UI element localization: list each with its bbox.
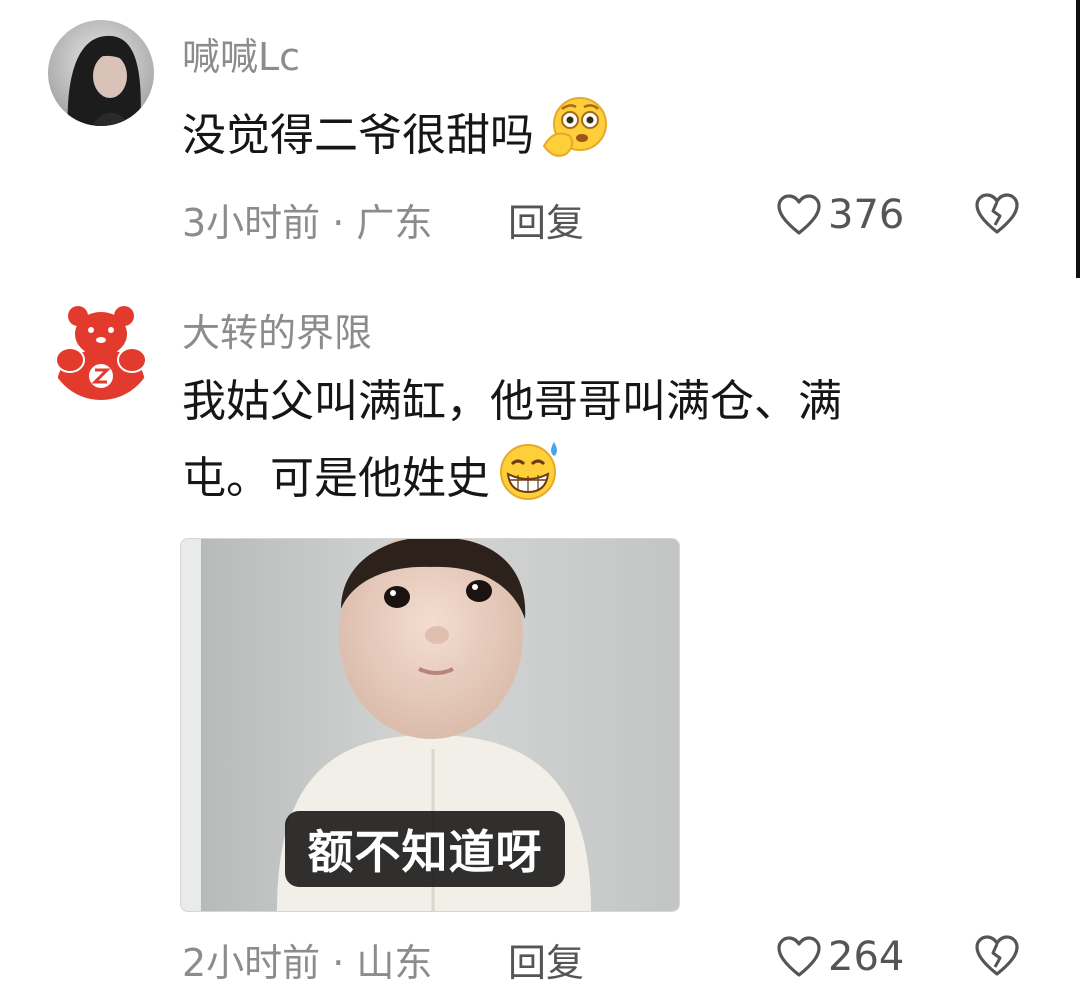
like-count: 264 <box>828 934 905 980</box>
like-button[interactable]: 264 <box>776 934 904 980</box>
red-bear-avatar-icon <box>48 294 154 400</box>
username[interactable]: 大转的界限 <box>182 302 372 357</box>
comment-text: 没觉得二爷很甜吗 <box>182 94 616 182</box>
grin-sweat-emoji-icon <box>494 438 566 524</box>
like-count: 376 <box>828 192 905 238</box>
comment-text: 我姑父叫满缸，他哥哥叫满仓、满 屯。可是他姓史 <box>182 366 842 524</box>
comment-text-content: 没觉得二爷很甜吗 <box>182 110 534 161</box>
image-caption: 额不知道呀 <box>285 811 565 887</box>
attached-image[interactable]: 额不知道呀 <box>180 538 680 912</box>
comment-item: 喊喊Lc 没觉得二爷很甜吗 3小时前 · 广东 回复 376 <box>0 0 1080 280</box>
comment-text-line: 我姑父叫满缸，他哥哥叫满仓、满 <box>182 376 842 427</box>
username[interactable]: 喊喊Lc <box>182 26 300 81</box>
avatar-photo-icon <box>48 20 154 126</box>
heart-icon <box>777 936 821 977</box>
like-button[interactable]: 376 <box>776 192 904 238</box>
comment-text-line: 屯。可是他姓史 <box>182 438 842 524</box>
comment-meta: 3小时前 · 广东 <box>182 201 433 245</box>
reply-button[interactable]: 回复 <box>508 192 584 247</box>
broken-heart-icon <box>975 935 1019 976</box>
dislike-button[interactable] <box>974 934 1020 982</box>
heart-icon <box>777 194 821 235</box>
comment-meta: 2小时前 · 山东 <box>182 941 433 985</box>
broken-heart-icon <box>975 193 1019 234</box>
reply-button[interactable]: 回复 <box>508 932 584 987</box>
comment-item: 大转的界限 我姑父叫满缸，他哥哥叫满仓、满 屯。可是他姓史 额不知道呀 2小时前… <box>0 280 1080 989</box>
comment-text-content: 屯。可是他姓史 <box>182 453 490 504</box>
avatar[interactable] <box>48 20 154 126</box>
worried-face-emoji-icon <box>538 94 616 182</box>
avatar[interactable] <box>48 294 154 400</box>
dislike-button[interactable] <box>974 192 1020 240</box>
